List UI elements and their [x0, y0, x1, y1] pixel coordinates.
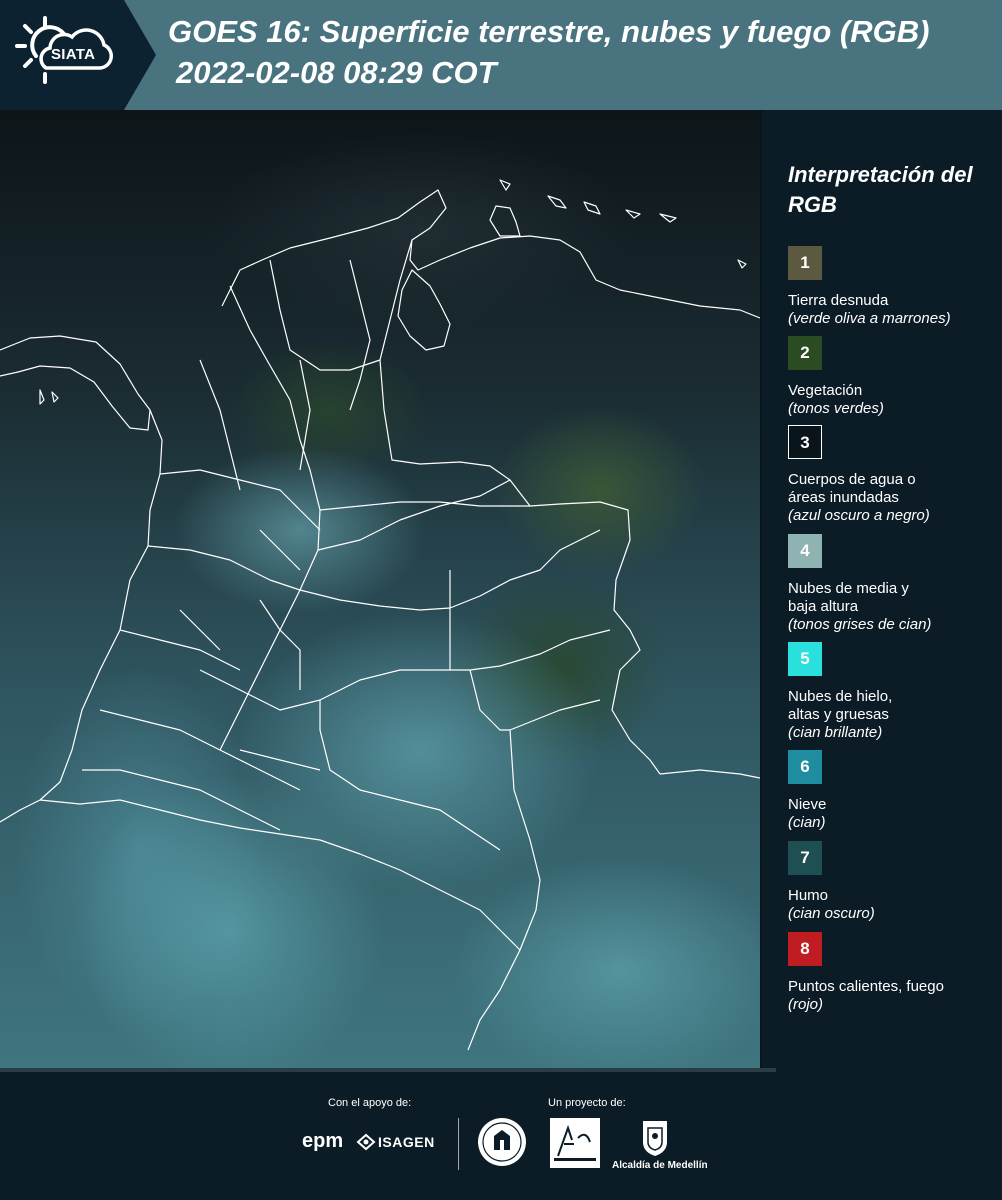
isagen-mark-icon — [356, 1133, 376, 1151]
legend-swatch: 5 — [788, 642, 822, 676]
legend-swatch: 2 — [788, 336, 822, 370]
legend-item-label: Puntos calientes, fuego — [788, 978, 944, 995]
alcaldia-shield-icon — [643, 1121, 667, 1156]
legend-item-label: Nubes de media y baja altura — [788, 580, 909, 615]
legend-swatch: 7 — [788, 841, 822, 875]
legend-item-label: Cuerpos de agua o áreas inundadas — [788, 471, 916, 506]
alcaldia-label: Alcaldía de Medellín — [612, 1160, 708, 1171]
isagen-logo: ISAGEN — [378, 1134, 435, 1150]
satellite-map[interactable] — [0, 110, 762, 1072]
map-bottom-strip — [0, 1068, 776, 1072]
legend-item-note: (tonos verdes) — [788, 400, 884, 417]
legend-item-note: (cian oscuro) — [788, 905, 875, 922]
legend-swatch: 6 — [788, 750, 822, 784]
legend-title: Interpretación del RGB — [788, 162, 973, 217]
legend-item-note: (azul oscuro a negro) — [788, 507, 930, 524]
page-title: GOES 16: Superficie terrestre, nubes y f… — [168, 14, 930, 49]
map-boundaries — [0, 179, 760, 1051]
legend-item-note: (verde oliva a marrones) — [788, 310, 951, 327]
legend-item-note: (cian) — [788, 814, 826, 831]
legend-item-label: Tierra desnuda — [788, 292, 889, 309]
legend-swatch: 3 — [788, 425, 822, 459]
support-label: Con el apoyo de: — [328, 1097, 412, 1109]
area-metropolitana-logo — [550, 1118, 600, 1168]
legend-swatch: 1 — [788, 246, 822, 280]
project-label: Un proyecto de: — [548, 1097, 626, 1109]
legend-item-label: Nubes de hielo, altas y gruesas — [788, 688, 893, 723]
legend-item-note: (tonos grises de cian) — [788, 616, 932, 633]
legend-item-label: Vegetación — [788, 382, 863, 399]
page-timestamp: 2022-02-08 08:29 COT — [176, 55, 497, 90]
legend-swatch: 4 — [788, 534, 822, 568]
siata-logo-panel: SIATA — [0, 0, 156, 110]
footer-divider — [458, 1118, 459, 1170]
legend-swatch: 8 — [788, 932, 822, 966]
legend-item-label: Humo — [788, 887, 829, 904]
epm-logo: epm — [302, 1130, 344, 1152]
header-bar: SIATA GOES 16: Superficie terrestre, nub… — [0, 0, 1002, 110]
university-seal-icon — [478, 1118, 526, 1166]
siata-logo-text: SIATA — [51, 46, 96, 63]
legend-item-label: Nieve — [788, 796, 827, 813]
legend-item-note: (rojo) — [788, 996, 824, 1013]
legend-item-note: (cian brillante) — [788, 724, 883, 741]
